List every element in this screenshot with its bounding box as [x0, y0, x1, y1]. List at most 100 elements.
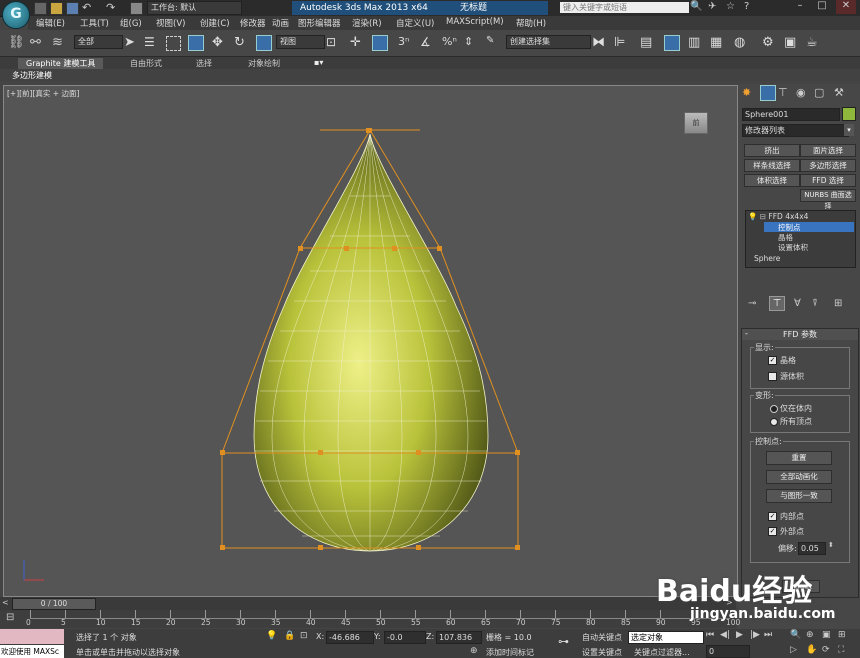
previous-frame-icon[interactable]: < [2, 598, 9, 607]
key-icon[interactable]: ⊶ [558, 635, 569, 648]
current-frame-input[interactable]: 0 [706, 645, 750, 658]
favorites-icon[interactable]: ☆ [726, 1, 735, 12]
offset-input[interactable]: 0.05 [798, 542, 826, 555]
zoom-all-icon[interactable]: ⊕ [806, 630, 814, 640]
mini-curve-editor-icon[interactable]: ⊟ [6, 612, 14, 623]
menu-group[interactable]: 组(G) [120, 17, 142, 29]
unlink-icon[interactable]: ⚯ [30, 35, 46, 51]
remove-modifier-icon[interactable]: ⍒ [812, 298, 818, 309]
key-filters-button[interactable]: 关键点过滤器... [634, 647, 690, 658]
ribbon-options-icon[interactable]: ▪▾ [314, 58, 323, 67]
outside-points-checkbox[interactable]: ✓ [768, 527, 777, 536]
polygon-modeling-label[interactable]: 多边形建模 [12, 70, 52, 81]
edit-named-selection-icon[interactable]: ✎ [486, 35, 502, 51]
bind-space-warp-icon[interactable]: ≋ [52, 35, 68, 51]
pivot-center-icon[interactable]: ⊡ [326, 35, 342, 51]
x-coord-input[interactable]: -46.686 [326, 631, 374, 644]
select-and-move-icon[interactable]: ✥ [212, 35, 228, 51]
menu-maxscript[interactable]: MAXScript(M) [446, 17, 504, 27]
stack-item-set-volume[interactable]: 设置体积 [778, 242, 808, 253]
snaps-toggle-icon[interactable]: 3ⁿ [398, 35, 414, 51]
reset-button[interactable]: 重置 [766, 451, 832, 465]
selection-filter-dropdown[interactable]: 全部 [74, 35, 123, 49]
maxscript-listener-mini[interactable] [0, 629, 64, 644]
maximize-viewport-icon[interactable]: ⛶ [838, 645, 844, 655]
utilities-panel-icon[interactable]: ⚒ [834, 86, 844, 99]
tab-graphite-modeling[interactable]: Graphite 建模工具 [18, 58, 104, 69]
modifier-list-dropdown[interactable]: 修改器列表 [742, 124, 849, 137]
select-by-name-icon[interactable]: ☰ [144, 35, 160, 51]
open-file-icon[interactable] [50, 2, 63, 15]
chevron-down-icon[interactable]: ▾ [844, 124, 854, 136]
select-and-manipulate-icon[interactable]: ✛ [350, 35, 366, 51]
close-icon[interactable]: ✕ [836, 0, 856, 14]
track-bar[interactable]: ⊟ 0 5 10 15 20 25 30 35 40 45 50 55 60 65 70 75 80 85 90 95… [0, 610, 740, 628]
select-and-rotate-icon[interactable]: ↻ [234, 35, 250, 51]
auto-key-button[interactable]: 自动关键点 [582, 632, 622, 643]
link-icon[interactable]: ⛓ [8, 35, 25, 51]
align-icon[interactable]: ⊫ [614, 35, 630, 51]
material-editor-icon[interactable]: ◍ [734, 35, 750, 51]
conform-to-shape-button[interactable]: 与图形一致 [766, 489, 832, 503]
menu-rendering[interactable]: 渲染(R) [352, 17, 382, 29]
rectangular-selection-icon[interactable] [166, 36, 181, 51]
save-icon[interactable] [66, 2, 79, 15]
named-selection-dropdown[interactable]: 创建选择集 [506, 35, 591, 49]
object-name-input[interactable]: Sphere001 [742, 108, 840, 121]
pin-stack-icon[interactable]: ⊸ [748, 298, 756, 309]
animate-all-button[interactable]: 全部动画化 [766, 470, 832, 484]
render-production-icon[interactable]: ☕ [806, 35, 822, 51]
spinner-snap-icon[interactable]: ⇕ [464, 35, 480, 51]
keyboard-shortcut-override-icon[interactable] [372, 35, 388, 51]
orbit-icon[interactable]: ⟳ [822, 645, 830, 655]
add-time-tag-button[interactable]: 添加时间标记 [486, 647, 534, 658]
display-panel-icon[interactable]: ▢ [814, 86, 824, 99]
previous-key-icon[interactable]: ◀| [720, 630, 730, 640]
app-menu-logo-icon[interactable]: G [2, 1, 30, 29]
minimize-icon[interactable]: – [790, 0, 810, 14]
rendered-frame-window-icon[interactable]: ▣ [784, 35, 800, 51]
maximize-icon[interactable]: □ [812, 0, 832, 14]
patch-select-button[interactable]: 面片选择 [800, 144, 856, 157]
modify-panel-icon[interactable] [760, 85, 776, 101]
schematic-view-icon[interactable]: ▦ [710, 35, 726, 51]
front-viewport[interactable]: [+][前][真实 + 边面] 前 [3, 85, 738, 597]
graphite-modeling-tools-icon[interactable] [664, 35, 680, 51]
undo-icon[interactable]: ↶ [82, 1, 91, 14]
zoom-extents-icon[interactable]: ▣ [822, 630, 831, 640]
nurbs-surface-select-button[interactable]: NURBS 曲面选择 [800, 189, 856, 210]
create-panel-icon[interactable]: ✸ [742, 86, 751, 99]
all-vertices-radio[interactable] [770, 418, 778, 426]
play-icon[interactable]: ▶ [736, 630, 743, 640]
rollout-title[interactable]: - FFD 参数 [742, 329, 858, 340]
menu-animation[interactable]: 动画 [272, 17, 289, 29]
layer-manager-icon[interactable]: ▤ [640, 35, 656, 51]
zoom-icon[interactable]: 🔍 [790, 630, 801, 640]
new-file-icon[interactable] [34, 2, 47, 15]
show-end-result-icon[interactable]: ⊤ [769, 296, 785, 311]
ffd-select-button[interactable]: FFD 选择 [800, 174, 856, 187]
zoom-extents-all-icon[interactable]: ⊞ [838, 630, 846, 640]
tab-freeform[interactable]: 自由形式 [130, 58, 162, 69]
search-input[interactable]: 键入关键字或短语 [560, 2, 689, 13]
motion-panel-icon[interactable]: ◉ [796, 86, 806, 99]
mirror-icon[interactable]: ⧓ [592, 35, 608, 51]
make-unique-icon[interactable]: ∀ [794, 298, 801, 309]
menu-modifiers[interactable]: 修改器 [240, 17, 266, 29]
time-slider[interactable]: < 0 / 100 > [0, 597, 736, 610]
menu-customize[interactable]: 自定义(U) [396, 17, 434, 29]
tab-selection[interactable]: 选择 [196, 58, 212, 69]
configure-modifier-sets-icon[interactable]: ⊞ [834, 298, 842, 309]
extrude-button[interactable]: 挤出 [744, 144, 800, 157]
window-crossing-icon[interactable] [188, 35, 204, 51]
tab-object-paint[interactable]: 对象绘制 [248, 58, 280, 69]
reference-coordinate-dropdown[interactable]: 视图 [276, 35, 325, 49]
project-folder-icon[interactable] [130, 2, 143, 15]
next-key-icon[interactable]: |▶ [750, 630, 760, 640]
menu-tools[interactable]: 工具(T) [80, 17, 109, 29]
stack-item-sphere[interactable]: Sphere [754, 254, 780, 263]
z-coord-input[interactable]: 107.836 [436, 631, 482, 644]
field-of-view-icon[interactable]: ▷ [790, 645, 797, 655]
key-mode-dropdown[interactable]: 选定对象 [628, 631, 704, 644]
volume-select-button[interactable]: 体积选择 [744, 174, 800, 187]
